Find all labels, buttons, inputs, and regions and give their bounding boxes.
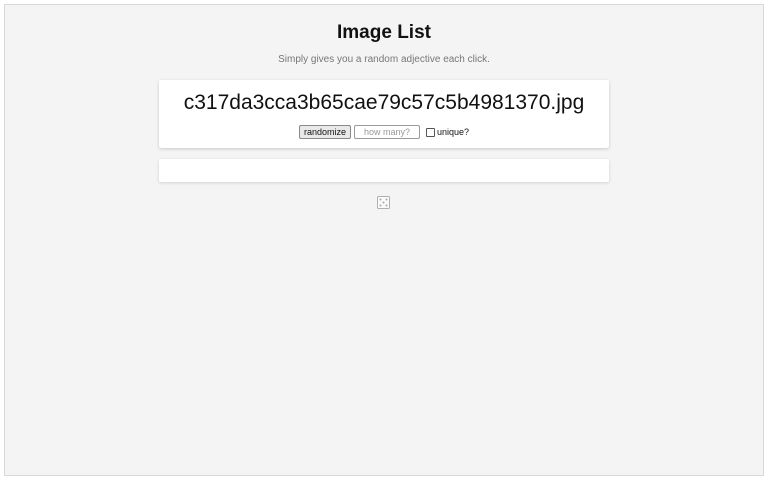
unique-toggle[interactable]: unique? (425, 126, 470, 138)
page-subtitle: Simply gives you a random adjective each… (278, 54, 490, 65)
results-list (159, 159, 609, 182)
how-many-input[interactable] (353, 125, 420, 139)
page-frame: Image List Simply gives you a random adj… (4, 4, 764, 476)
page-title: Image List (337, 22, 431, 43)
generated-result: c317da3cca3b65cae79c57c5b4981370.jpg (183, 91, 585, 114)
generator-card: c317da3cca3b65cae79c57c5b4981370.jpg ran… (159, 80, 609, 148)
unique-label: unique? (436, 127, 470, 137)
unique-checkbox[interactable] (425, 127, 435, 137)
randomize-button[interactable]: randomize (298, 125, 351, 139)
generator-controls: randomize unique? (159, 124, 609, 140)
dice-icon[interactable] (377, 196, 390, 209)
